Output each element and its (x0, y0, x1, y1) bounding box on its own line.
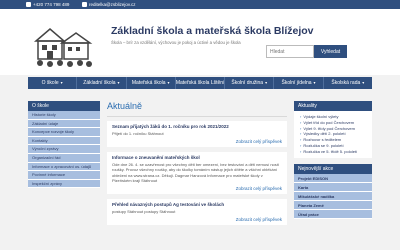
read-more-link[interactable]: Zobrazit celý příspěvek (112, 139, 282, 144)
news-item-label: Výlet 9. třídy pod Čerchovem (303, 125, 355, 131)
page-title: Aktuálně (107, 101, 143, 111)
search-input[interactable] (266, 45, 314, 58)
main-content: Aktuálně Seznam přijatých žáků do 1. roč… (107, 101, 287, 230)
news-article: Informace o zneuvanění mateřských škol O… (107, 152, 287, 195)
events-box-title: Nejnovější akce (294, 163, 372, 174)
article-title[interactable]: Přehled návazných postupů Ag testování v… (112, 202, 282, 207)
sidebar-item-povinne-informace[interactable]: Povinné informace (28, 171, 100, 180)
phone-number: +420 774 798 489 (33, 2, 70, 7)
sidebar-item-kontakty[interactable]: Kontakty (28, 136, 100, 146)
nav-label: Základní škola (83, 80, 116, 86)
news-item-label: Rozlučka ve 5. třídě 5. pololetí (303, 148, 358, 154)
nav-item-materska-skola[interactable]: Mateřská škola ▾ (127, 77, 176, 89)
right-sidebar: Aktuality › Výdaje školní výlety › Výlet t… (294, 101, 372, 219)
link-karta[interactable]: Karta (294, 182, 372, 192)
bullet-icon: › (300, 142, 302, 148)
left-sidebar: O škole Historie školy Základní údaje Ko… (28, 101, 100, 189)
sidebar-title: O škole (28, 101, 100, 111)
email-address: reditelka@zsblizejov.cz (89, 2, 136, 7)
email-contact[interactable]: reditelka@zsblizejov.cz (82, 1, 136, 8)
sidebar-item-zakladni-udaje[interactable]: Základní údaje (28, 119, 100, 129)
news-item-label: Výsledky dětí 2. pololetí (303, 131, 346, 137)
top-contact-bar: +420 774 798 489 reditelka@zsblizejov.cz (0, 0, 400, 9)
bullet-icon: › (300, 148, 302, 154)
nav-label: Školní jídelna (281, 80, 312, 86)
article-title[interactable]: Seznam přijatých žáků do 1. ročníku pro … (112, 124, 282, 129)
article-text: Ode dne 26. 4. se uzavřenost pro všechny… (112, 162, 279, 183)
news-article: Seznam přijatých žáků do 1. ročníku pro … (107, 121, 287, 148)
bullet-icon: › (300, 131, 302, 137)
divider (107, 116, 287, 117)
bullet-icon: › (300, 137, 302, 143)
article-text: Přijetí do 1. ročníku Stáhnout (112, 131, 164, 136)
sidebar-item-inspekcni-zpravy[interactable]: Inspekční zprávy (28, 179, 100, 189)
sidebar-item-koncepce[interactable]: Koncepce rozvoje školy (28, 128, 100, 137)
nav-label: Školská rada (331, 80, 361, 86)
article-text: postupy Stáhnout postupy Stáhnout (112, 209, 176, 215)
chevron-down-icon: ▾ (313, 80, 316, 85)
news-article: Přehled návazných postupů Ag testování v… (107, 199, 287, 226)
chevron-down-icon: ▾ (265, 80, 268, 85)
chevron-down-icon: ▾ (117, 80, 120, 85)
nav-label: Školní družina (231, 80, 264, 86)
bullet-icon: › (300, 125, 302, 131)
article-title[interactable]: Informace o zneuvanění mateřských škol (112, 155, 282, 160)
sidebar-item-historie[interactable]: Historie školy (28, 111, 100, 120)
nav-item-skolska-rada[interactable]: Školská rada ▾ (324, 77, 372, 89)
link-urad-prace[interactable]: Úřad práce (294, 209, 372, 219)
news-item-label: Rozlučka se 9. pololetí (303, 142, 344, 148)
bullet-icon: › (300, 114, 302, 119)
chevron-down-icon: ▾ (167, 80, 170, 85)
nav-label: Mateřská škola (131, 80, 166, 86)
school-logo-icon[interactable] (28, 21, 98, 69)
bullet-icon: › (300, 119, 302, 125)
site-title[interactable]: Základní škola a mateřská škola Blížejov (111, 25, 314, 37)
site-subtitle: Škola – brír za vzdělání, výchovou je po… (111, 40, 241, 45)
chevron-down-icon: ▾ (362, 80, 365, 85)
link-planeta-zeme[interactable]: Planeta Země (294, 200, 372, 210)
phone-icon (26, 2, 31, 7)
search-button[interactable]: Vyhledat (314, 45, 347, 58)
site-header: Základní škola a mateřská škola Blížejov… (0, 9, 400, 75)
nav-label: Mateřská škola Lštění (175, 80, 225, 86)
mail-icon (82, 2, 87, 7)
chevron-down-icon: ▾ (60, 80, 63, 85)
nav-label: O škole (41, 80, 59, 86)
news-item-label: Rozhovor s ředitelem (303, 137, 342, 143)
news-list: › Výdaje školní výlety › Výlet tříd do pod… (294, 111, 372, 158)
read-more-link[interactable]: Zobrazit celý příspěvek (112, 217, 282, 222)
phone-contact[interactable]: +420 774 798 489 (26, 1, 69, 8)
main-nav: O škole ▾ Základní škola ▾ Mateřská škola ▾… (28, 77, 372, 89)
news-list-item[interactable]: › Rozlučka ve 5. třídě 5. pololetí (300, 149, 372, 155)
news-item-label: Výdaje školní výlety (303, 114, 339, 119)
sidebar-item-os-udaje[interactable]: Informace o zpracování os. údajů (28, 162, 100, 172)
news-item-label: Výlet tříd do pod Čerchovem (303, 119, 355, 125)
nav-item-skolni-druzina[interactable]: Školní družina ▾ (225, 77, 275, 89)
link-mikulasske-nadilka[interactable]: Mikulášské nadílka (294, 191, 372, 201)
link-projekt-edison[interactable]: Projekt EDISON (294, 173, 372, 183)
news-box-title: Aktuality (294, 101, 372, 111)
read-more-link[interactable]: Zobrazit celý příspěvek (112, 186, 282, 191)
nav-item-materska-skola-lsteni[interactable]: Mateřská škola Lštění▾ (175, 77, 226, 89)
sidebar-item-vyrocni-zpravy[interactable]: Výroční zprávy (28, 145, 100, 154)
nav-item-o-skole[interactable]: O škole ▾ (28, 77, 78, 89)
nav-item-skolni-jidelna[interactable]: Školní jídelna ▾ (274, 77, 324, 89)
nav-item-zakladni-skola[interactable]: Základní škola ▾ (77, 77, 127, 89)
sidebar-item-organizacni-rad[interactable]: Organizační řád (28, 153, 100, 163)
